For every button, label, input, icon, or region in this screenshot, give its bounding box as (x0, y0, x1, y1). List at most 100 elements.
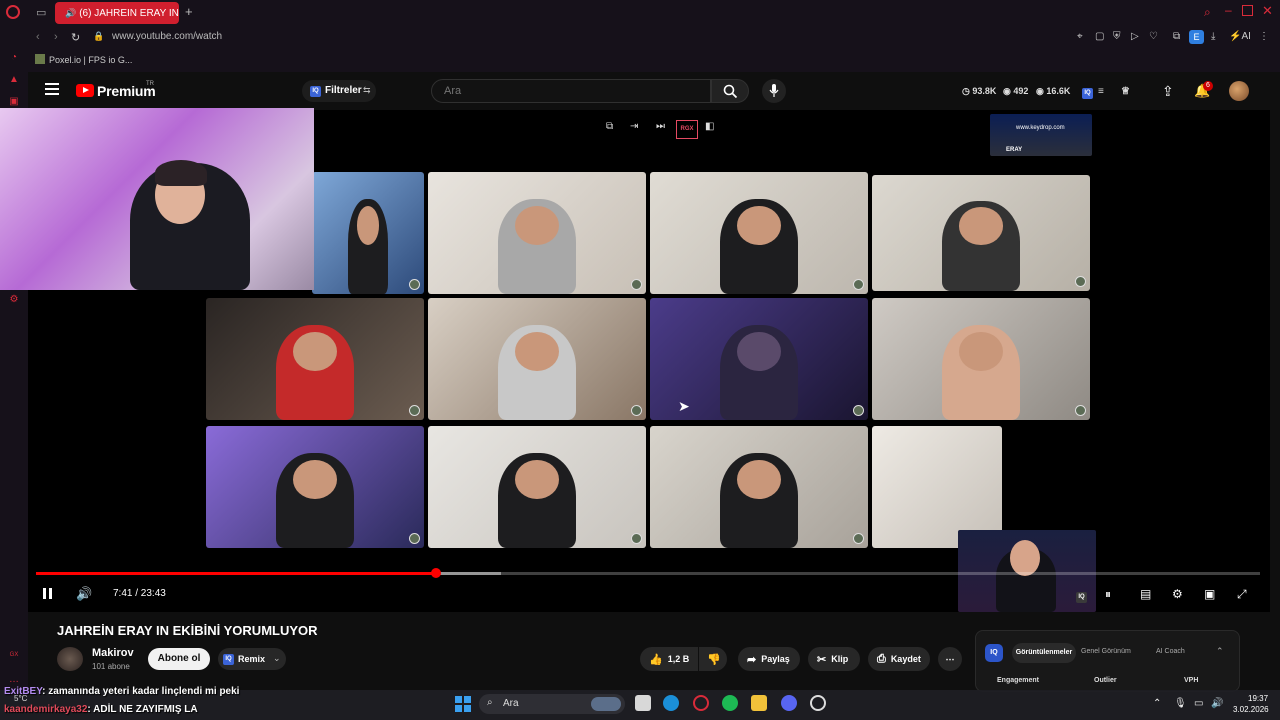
forward-icon[interactable]: › (54, 31, 58, 43)
more-actions-button[interactable]: ⋯ (938, 647, 962, 671)
like-button[interactable]: 👍 1,2 B (640, 647, 698, 671)
extensions-icon[interactable]: ⧉ (1173, 31, 1180, 42)
iq-player-button[interactable]: IQ (1076, 587, 1087, 603)
dislike-button[interactable]: 👎 (699, 647, 727, 671)
settings-gear-icon[interactable]: ⚙ (8, 294, 20, 306)
channel-name[interactable]: Makirov (92, 647, 134, 659)
logo-region: TR (146, 81, 154, 87)
webcam-tile (428, 172, 646, 294)
likes-stat: ◉ 492 (1003, 86, 1029, 96)
shield-icon[interactable]: ⛨ (1113, 31, 1121, 42)
speaker-icon[interactable]: 🔊 (65, 8, 76, 19)
more-icon[interactable]: … (8, 674, 20, 686)
player-icon[interactable]: ▣ (8, 96, 20, 108)
subtitles-icon[interactable]: ▤ (1140, 587, 1151, 601)
iq-icon: IQ (310, 86, 321, 97)
play-icon[interactable]: ▷ (1131, 31, 1139, 42)
progress-scrubber-handle[interactable] (431, 568, 441, 578)
back-icon[interactable]: ‹ (36, 31, 40, 43)
tab-overview[interactable]: Genel Görünüm (1081, 648, 1131, 655)
tab-search-icon[interactable]: ⌕ (1204, 5, 1211, 20)
like-count: 1,2 B (667, 654, 690, 664)
aria-icon[interactable]: ◔ (8, 52, 20, 64)
file-explorer-icon[interactable] (751, 695, 767, 711)
bookmark-poxel[interactable]: Poxel.io | FPS io G... (49, 55, 132, 65)
iq-extension-icon[interactable]: IQ (1082, 86, 1093, 99)
webcam-tile (650, 426, 868, 548)
heart-icon[interactable]: ♡ (1149, 31, 1158, 42)
skip-icon[interactable]: ⏭ (656, 121, 665, 132)
active-browser-tab[interactable]: 🔊 (6) JAHREIN ERAY IN E (55, 2, 179, 24)
clip-button[interactable]: ✂ Klip (808, 647, 860, 671)
youtube-logo-icon[interactable] (76, 84, 94, 97)
tab-ai-coach[interactable]: AI Coach (1156, 648, 1185, 655)
tab-views[interactable]: Görüntülenmeler (1012, 643, 1076, 663)
opera-gx-icon[interactable] (693, 695, 709, 711)
extension-e-icon[interactable]: E (1189, 30, 1204, 44)
app-icon[interactable] (810, 695, 826, 711)
account-avatar[interactable] (1229, 81, 1249, 101)
reload-icon[interactable]: ↻ (71, 31, 80, 44)
chevron-up-icon[interactable]: ⌃ (1216, 646, 1224, 657)
tab-title: (6) JAHREIN ERAY IN E (79, 7, 179, 19)
workspace-icon[interactable]: ▲ (8, 74, 20, 86)
settings-icon[interactable]: ⚙ (1172, 587, 1183, 601)
pip-icon[interactable]: ⧉ (606, 121, 613, 132)
subscriber-count: 101 abone (92, 662, 130, 671)
search-icon: ⌕ (487, 697, 493, 708)
hamburger-menu-icon[interactable] (45, 83, 59, 85)
network-icon[interactable]: ▭ (1194, 698, 1203, 709)
maximize-button[interactable] (1242, 5, 1253, 16)
share-button[interactable]: ➦ Paylaş (738, 647, 800, 671)
login-icon[interactable]: ⇥ (630, 121, 638, 132)
remix-button[interactable]: IQ Remix ⌄ (218, 648, 286, 670)
download-icon[interactable]: ⤓ (1211, 31, 1215, 42)
voice-search-button[interactable] (762, 79, 786, 103)
edge-icon[interactable] (663, 695, 679, 711)
volume-icon[interactable]: 🔊 (76, 586, 92, 602)
minimize-button[interactable]: – (1225, 3, 1232, 17)
search-input[interactable] (431, 79, 711, 103)
pause-icon[interactable] (43, 588, 46, 599)
aria-ai-button[interactable]: ⚡AI (1229, 31, 1251, 42)
create-upload-icon[interactable]: ⇪ (1162, 83, 1174, 100)
search-highlight-icon (591, 697, 621, 711)
windows-start-icon[interactable] (455, 696, 471, 712)
rgx-button[interactable]: RGX (676, 120, 698, 139)
speaker-tray-icon[interactable]: 🔊 (1211, 698, 1223, 709)
lock-icon[interactable]: 🔒 (93, 31, 104, 42)
snapshot-icon[interactable]: ▢ (1095, 31, 1104, 42)
list-icon[interactable]: ≡ (1098, 86, 1104, 97)
url-field[interactable]: www.youtube.com/watch (112, 31, 222, 42)
new-tab-button[interactable]: + (185, 4, 193, 19)
fullscreen-icon[interactable]: ⤢ (1237, 587, 1247, 602)
search-icon (723, 84, 738, 99)
column-outlier: Outlier (1094, 677, 1117, 684)
search-button[interactable] (711, 79, 749, 103)
taskbar-search[interactable]: ⌕ Ara (479, 694, 625, 714)
autoplay-toggle-icon[interactable]: ⏸ (1105, 587, 1111, 602)
toggle-icon[interactable]: ◧ (705, 121, 714, 132)
trophy-icon[interactable]: ♕ (1121, 86, 1130, 97)
tab-switcher-icon[interactable]: ▭ (36, 6, 48, 19)
clock-date[interactable]: 3.02.2026 (1233, 705, 1269, 714)
microphone-tray-icon[interactable]: 🎙 (1174, 698, 1187, 709)
discord-icon[interactable] (781, 695, 797, 711)
opera-logo-icon[interactable] (6, 5, 20, 19)
channel-avatar[interactable] (57, 647, 83, 671)
sliders-icon: ⇆ (363, 85, 371, 95)
clock-time[interactable]: 19:37 (1248, 694, 1268, 703)
chat-text: : ADİL NE ZAYIFMIŞ LA (87, 704, 198, 715)
save-button[interactable]: ⎙ Kaydet (868, 647, 930, 671)
miniplayer-icon[interactable]: ▣ (1204, 587, 1215, 601)
pin-icon[interactable]: ⌖ (1077, 31, 1083, 42)
spotify-icon[interactable] (722, 695, 738, 711)
menu-kebab-icon[interactable]: ⋮ (1259, 31, 1269, 42)
webcam-tile (428, 298, 646, 420)
filters-button[interactable]: IQ Filtreler ⇆ (302, 80, 376, 102)
gx-icon[interactable]: GX (8, 652, 20, 664)
tray-chevron-up-icon[interactable]: ⌃ (1153, 698, 1161, 709)
close-window-button[interactable]: ✕ (1262, 3, 1273, 19)
subscribe-button[interactable]: Abone ol (148, 648, 210, 670)
task-view-icon[interactable] (635, 695, 651, 711)
